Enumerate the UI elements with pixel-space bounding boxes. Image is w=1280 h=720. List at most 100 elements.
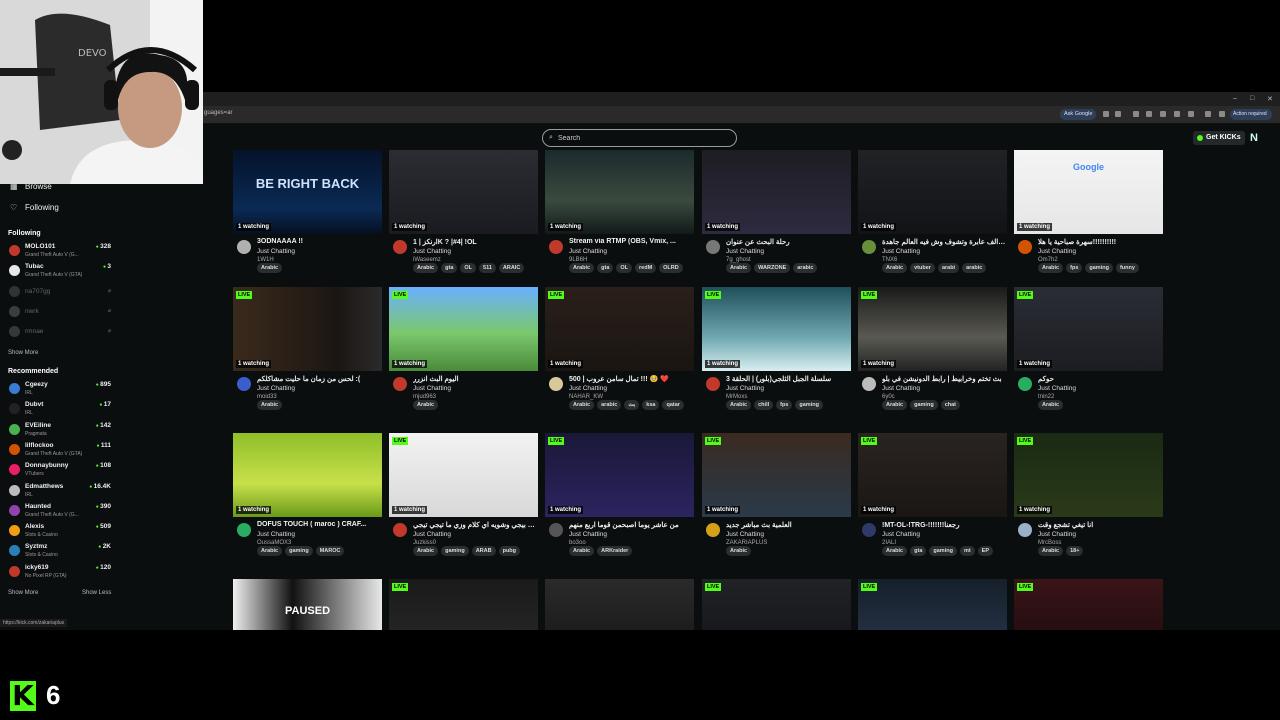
stream-thumbnail[interactable]: 1 watching [702, 150, 851, 234]
streamer-avatar[interactable] [549, 377, 563, 391]
stream-category[interactable]: Just Chatting [413, 385, 451, 392]
tag[interactable]: 511 [479, 263, 496, 273]
tag[interactable]: chill [754, 400, 774, 410]
stream-thumbnail[interactable]: LIVE 1 watching [389, 287, 538, 371]
stream-card[interactable]: LIVE 1 watching !MT-OL-!TRG-!!!!!!!رجعنا Ju… [858, 433, 1007, 573]
bookmark-star-icon[interactable] [1115, 111, 1121, 117]
tag[interactable]: gta [441, 263, 458, 273]
ask-google-button[interactable]: Ask Google [1060, 109, 1097, 120]
tag[interactable]: Arabic [1038, 400, 1064, 410]
streamer-avatar[interactable] [237, 523, 251, 537]
stream-thumbnail[interactable]: LIVE 1 watching [389, 433, 538, 517]
stream-title[interactable]: رحلة البحث عن عنوان [726, 238, 850, 246]
tag[interactable]: Arabic [882, 263, 908, 273]
tag[interactable]: gta [910, 546, 927, 556]
sidebar-following[interactable]: ♡ Following [10, 203, 59, 212]
streamer-avatar[interactable] [393, 377, 407, 391]
stream-thumbnail[interactable]: LIVE 1 watching [1014, 287, 1163, 371]
tag[interactable]: gta [597, 263, 614, 273]
tag[interactable]: gaming [910, 400, 938, 410]
stream-card[interactable]: 1 watching Stream via RTMP (OBS, Vmix, ..… [545, 150, 694, 290]
stream-category[interactable]: Just Chatting [257, 531, 295, 538]
stream-thumbnail[interactable]: 1 watching [233, 433, 382, 517]
streamer-avatar[interactable] [237, 240, 251, 254]
tag[interactable]: gaming [929, 546, 957, 556]
extension-icon[interactable] [1188, 111, 1194, 117]
tag[interactable]: ARKraider [597, 546, 633, 556]
tag[interactable]: chat [940, 400, 960, 410]
tag[interactable]: Arabic [257, 546, 283, 556]
stream-title[interactable]: بث تختم وخرابيط | رابط الدونيشن في بلو [882, 375, 1006, 383]
tag[interactable]: Arabic [257, 263, 283, 273]
stream-card[interactable]: LIVE 1 watching تيجي بيجي وشويه اي كلام وز… [389, 433, 538, 573]
stream-category[interactable]: Just Chatting [569, 531, 607, 538]
tag[interactable]: OLRD [659, 263, 683, 273]
stream-thumbnail[interactable]: 1 watching [545, 150, 694, 234]
stream-card[interactable]: LIVE 1 watching العلمية بث مباشر جديد Just … [702, 433, 851, 573]
streamer-avatar[interactable] [862, 240, 876, 254]
extension-icon[interactable] [1146, 111, 1152, 117]
search-input[interactable] [558, 132, 728, 145]
stream-thumbnail[interactable]: PAUSED [233, 579, 382, 630]
stream-card[interactable]: PAUSED [233, 579, 382, 630]
tag[interactable]: OL [616, 263, 633, 273]
stream-thumbnail[interactable]: LIVE [1014, 579, 1163, 630]
stream-card[interactable]: LIVE 1 watching اليوم البث انزرر Just Chatt… [389, 287, 538, 427]
stream-title[interactable]: اليوم البث انزرر [413, 375, 537, 383]
download-icon[interactable] [1205, 111, 1211, 117]
recommended-channel[interactable]: EVEilinePragmata 142 [8, 421, 112, 441]
stream-card[interactable]: LIVE 1 watching حوكم Just Chatting tnin22 Ara… [1014, 287, 1163, 427]
stream-category[interactable]: Just Chatting [257, 248, 295, 255]
show-more-recommended[interactable]: Show More [8, 590, 38, 596]
tag[interactable]: gaming [285, 546, 313, 556]
stream-title[interactable]: !MT-OL-!TRG-!!!!!!!رجعنا [882, 521, 1006, 529]
stream-category[interactable]: Just Chatting [882, 385, 920, 392]
stream-thumbnail[interactable]: LIVE 1 watching [702, 433, 851, 517]
stream-thumbnail[interactable]: LIVE 1 watching [545, 287, 694, 371]
streamer-avatar[interactable] [393, 523, 407, 537]
maximize-icon[interactable]: □ [1250, 95, 1254, 102]
stream-card[interactable]: LIVE 1 watching بث تختم وخرابيط | رابط الد… [858, 287, 1007, 427]
stream-title[interactable]: تمال سامن عروب | 500 !!! 🥹 ❤️ [569, 375, 693, 383]
tag[interactable]: MAROC [315, 546, 345, 556]
tag[interactable]: ksa [642, 400, 660, 410]
stream-card[interactable]: LIVE 1 watching سلسلة الجبل الثلجي(بلور) |… [702, 287, 851, 427]
tag[interactable]: Arabic [726, 263, 752, 273]
stream-card[interactable]: Google 1 watching سهرة صباحية يا هلا!!!!!!… [1014, 150, 1163, 290]
search-bar[interactable]: ⌕ [542, 129, 737, 147]
stream-card[interactable]: 1 watching رحلة البحث عن عنوان Just Chatti… [702, 150, 851, 290]
tag[interactable]: funny [1115, 263, 1139, 273]
tag[interactable]: WARZONE [754, 263, 791, 273]
stream-thumbnail[interactable]: LIVE 1 watching [858, 287, 1007, 371]
extension-icon[interactable] [1160, 111, 1166, 117]
tag[interactable]: 18+ [1066, 546, 1084, 556]
tag[interactable]: Arabic [1038, 263, 1064, 273]
tag[interactable]: gaming [795, 400, 823, 410]
stream-thumbnail[interactable]: LIVE [702, 579, 851, 630]
stream-card[interactable]: LIVE 1 watching من عاشر يوما اصبحمن قوما ا… [545, 433, 694, 573]
streamer-avatar[interactable] [862, 523, 876, 537]
tag[interactable]: Arabic [882, 400, 908, 410]
stream-category[interactable]: Just Chatting [882, 531, 920, 538]
stream-card[interactable]: LIVE 1 watching انا تيغي تشجع وقت Just Chat… [1014, 433, 1163, 573]
stream-card[interactable]: LIVE [858, 579, 1007, 630]
stream-category[interactable]: Just Chatting [726, 531, 764, 538]
following-channel[interactable]: MOLO101 Grand Theft Auto V (G... 328 [8, 242, 112, 262]
stream-title[interactable]: انا تيغي تشجع وقت [1038, 521, 1162, 529]
stream-category[interactable]: Just Chatting [726, 385, 764, 392]
stream-thumbnail[interactable]: Google 1 watching [1014, 150, 1163, 234]
stream-title[interactable]: سوالف عابرة وتشوف وش فيه العالم جاهدة [882, 238, 1006, 246]
stream-title[interactable]: 3ODNAAAA !! [257, 238, 381, 245]
recommended-channel[interactable]: DubvtIRL 17 [8, 400, 112, 420]
streamer-avatar[interactable] [1018, 240, 1032, 254]
stream-card[interactable]: BE RIGHT BACK 1 watching 3ODNAAAA !! Just C… [233, 150, 382, 290]
tag[interactable]: Arabic [882, 546, 908, 556]
recommended-channel[interactable]: DonnaybunnyVTubers 108 [8, 461, 112, 481]
stream-category[interactable]: Just Chatting [726, 248, 764, 255]
stream-category[interactable]: Just Chatting [569, 385, 607, 392]
stream-card[interactable]: LIVE [389, 579, 538, 630]
tag[interactable]: gaming [441, 546, 469, 556]
streamer-avatar[interactable] [706, 523, 720, 537]
stream-title[interactable]: ارنكز | 1K ? |#4| !OL [413, 238, 537, 246]
stream-thumbnail[interactable]: LIVE 1 watching [233, 287, 382, 371]
